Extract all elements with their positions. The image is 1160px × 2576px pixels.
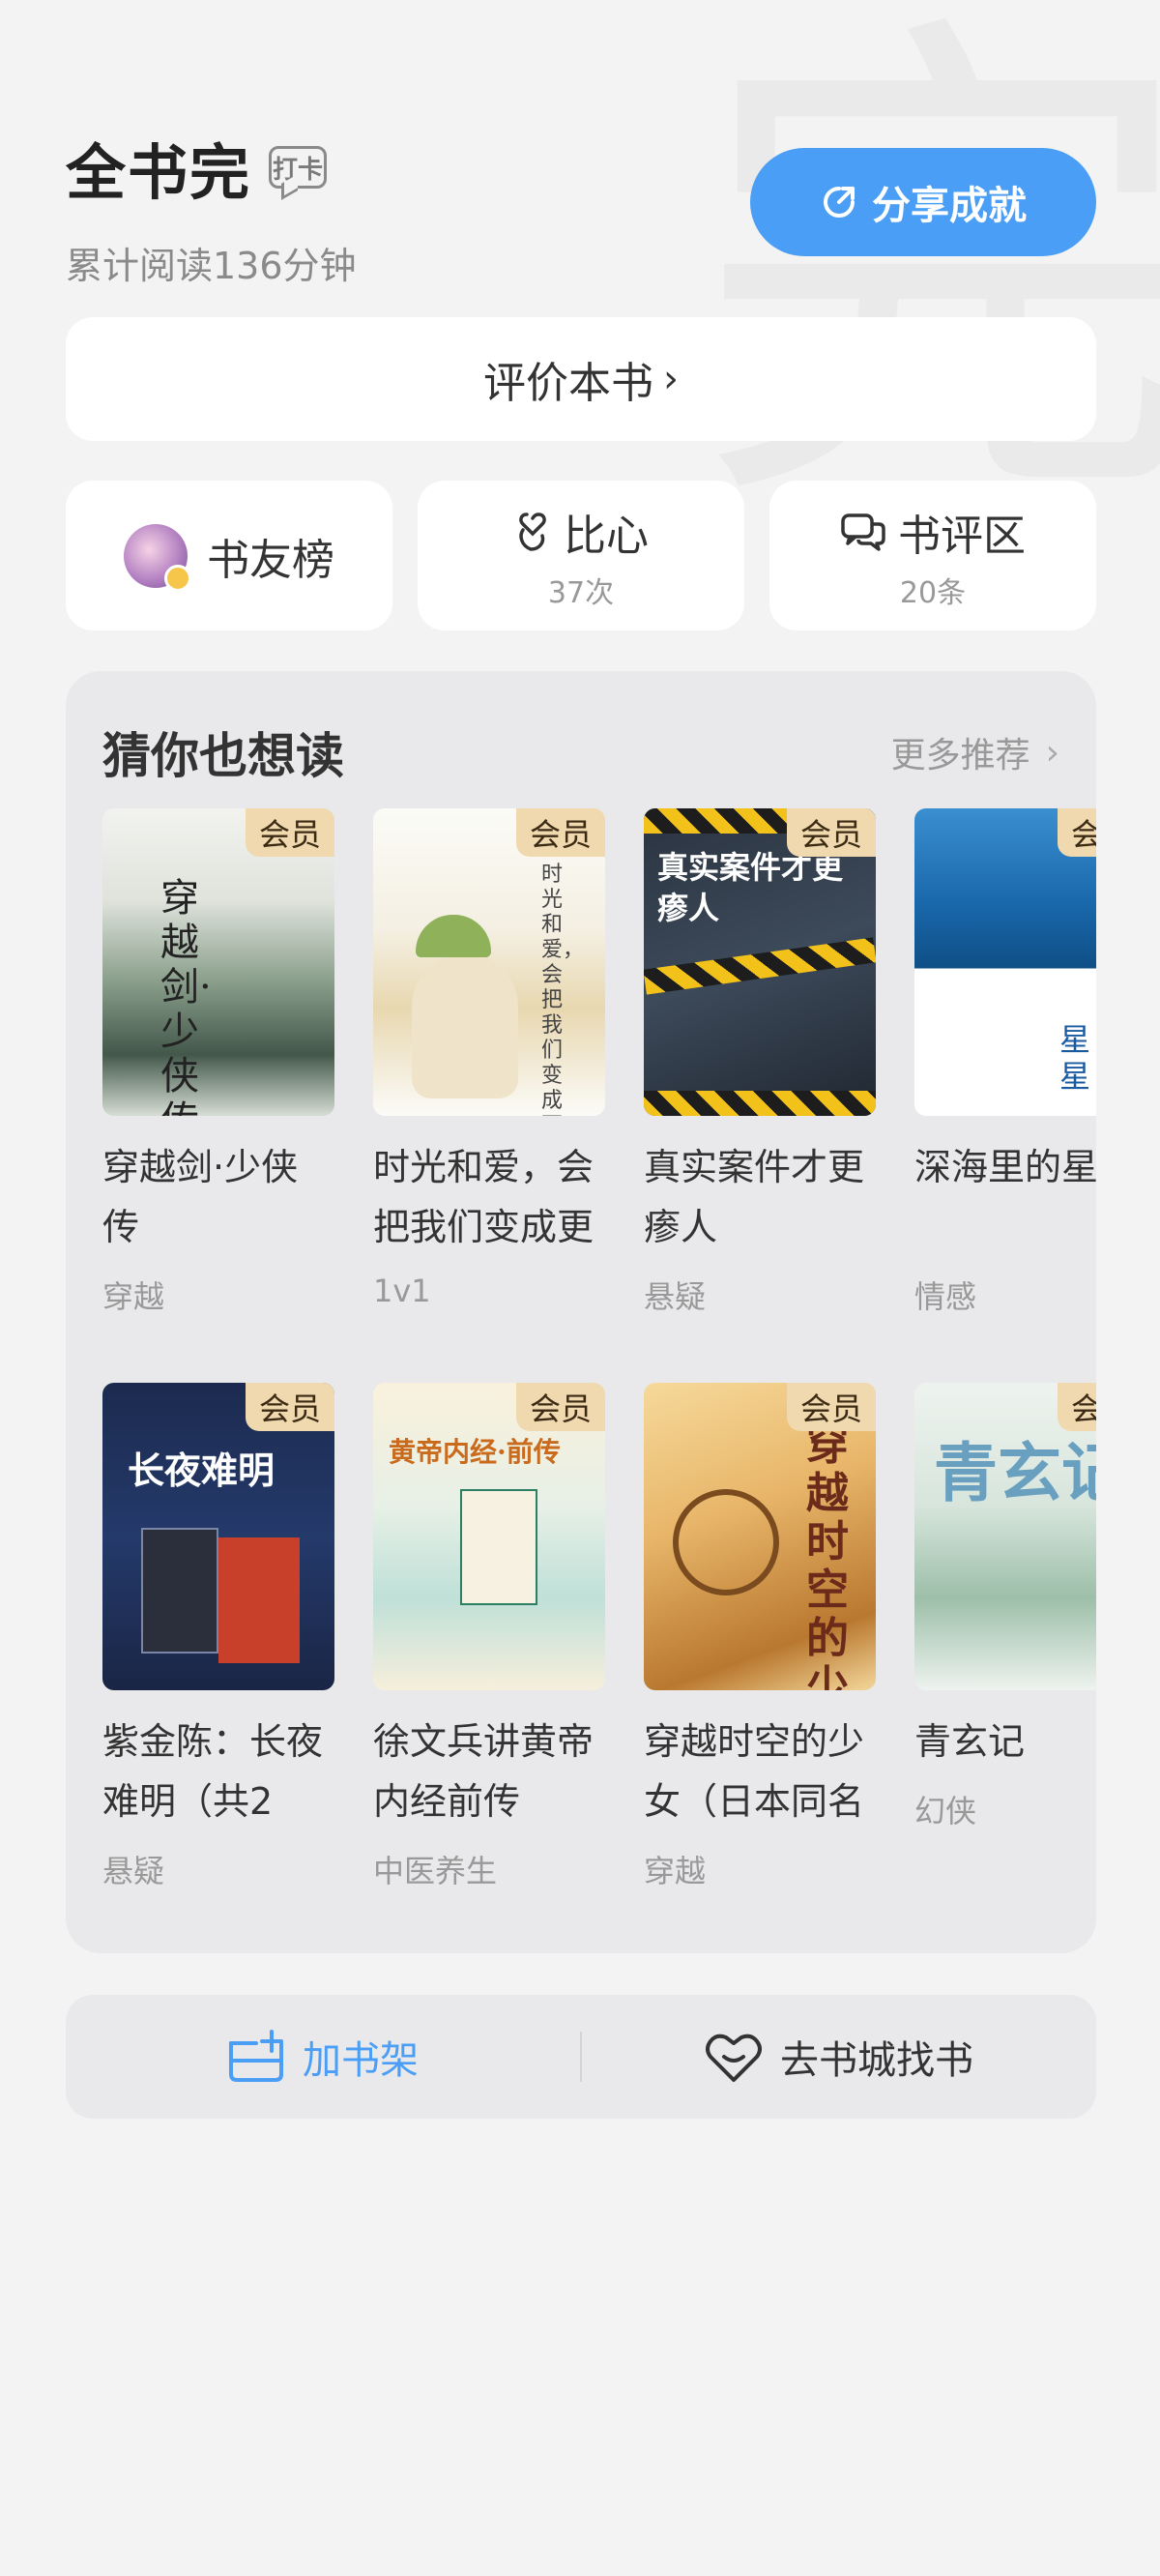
heart-count: 37次	[547, 575, 615, 610]
more-recommend-link[interactable]: 更多推荐 ›	[891, 727, 1059, 777]
chevron-right-icon: ›	[663, 357, 679, 401]
book-cover: 时光和爱，会把我们变成更好的人 会员	[373, 808, 605, 1116]
cover-title: 真实案件才更瘆人	[657, 849, 844, 926]
cover-book-image	[141, 1528, 218, 1654]
book-card[interactable]: 黄帝内经·前传 会员 徐文兵讲黄帝内经前传 中医养生	[373, 1383, 605, 1891]
review-label: 书评区	[898, 511, 1026, 561]
go-store-button[interactable]: 去书城找书	[582, 2029, 1096, 2085]
cover-tape	[644, 1091, 876, 1116]
book-card[interactable]: 时光和爱，会把我们变成更好的人 会员 时光和爱，会把我们变成更 1v1	[373, 808, 605, 1309]
punch-badge[interactable]: 打卡	[269, 146, 328, 189]
book-title: 徐文兵讲黄帝内经前传	[373, 1720, 594, 1823]
cover-title: 长夜难明	[128, 1449, 276, 1492]
book-title: 真实案件才更瘆人	[644, 1146, 865, 1248]
vip-badge: 会员	[246, 1383, 334, 1431]
rate-book-button[interactable]: 评价本书 ›	[66, 317, 1096, 441]
heart-bag-icon	[706, 2034, 762, 2082]
book-cover: 星星 会员	[914, 808, 1096, 1116]
cover-title: 穿越剑·少侠传	[160, 876, 212, 1116]
more-recommend-label: 更多推荐	[890, 736, 1030, 776]
book-cover: 真实案件才更瘆人 会员	[644, 808, 876, 1116]
ranking-label: 书友榜	[207, 535, 334, 585]
bottom-action-bar: 加书架 去书城找书	[66, 1995, 1096, 2119]
book-card[interactable]: 穿越剑·少侠传 会员 穿越剑·少侠传 穿越	[102, 808, 334, 1317]
book-tag: 悬疑	[102, 1853, 165, 1889]
page-title: 全书完	[66, 137, 252, 208]
chevron-right-icon: ›	[1045, 732, 1059, 773]
book-card[interactable]: 长夜难明 会员 紫金陈：长夜难明（共2 悬疑	[102, 1383, 334, 1891]
avatar	[124, 523, 191, 592]
cover-illustration	[412, 953, 518, 1098]
vip-badge: 会员	[1058, 1383, 1096, 1431]
book-tag: 情感	[914, 1278, 977, 1315]
share-label: 分享成就	[872, 184, 1027, 228]
book-title: 青玄记	[914, 1720, 1026, 1763]
book-cover: 长夜难明 会员	[102, 1383, 334, 1690]
book-title: 时光和爱，会把我们变成更	[373, 1146, 594, 1248]
recommend-section: 猜你也想读 更多推荐 › 穿越剑·少侠传 会员 穿越剑·少侠传 穿越 时光和爱，…	[66, 671, 1096, 1953]
cover-title: 黄帝内经·前传	[389, 1436, 561, 1468]
vip-badge: 会员	[516, 1383, 605, 1431]
book-tag: 1v1	[373, 1273, 431, 1309]
add-to-shelf-button[interactable]: 加书架	[66, 2029, 580, 2085]
chat-bubbles-icon	[841, 512, 885, 551]
vip-badge: 会员	[516, 808, 605, 857]
book-title: 穿越时空的少女（日本同名	[644, 1720, 865, 1823]
book-cover: 青玄记 会员	[914, 1383, 1096, 1690]
share-button[interactable]: 分享成就	[750, 148, 1096, 256]
stats-row: 书友榜 比心 37次 书评区 20条	[66, 481, 1096, 630]
vip-badge: 会员	[787, 808, 876, 857]
cover-title: 青玄记	[934, 1435, 1096, 1510]
cover-title: 穿越时空的少女	[806, 1420, 849, 1691]
book-title: 紫金陈：长夜难明（共2	[102, 1720, 324, 1823]
book-title: 深海里的星星	[914, 1146, 1096, 1188]
book-tag: 穿越	[644, 1853, 707, 1889]
reader-ranking-card[interactable]: 书友榜	[66, 481, 392, 630]
cover-book-image	[218, 1537, 300, 1663]
cover-hat	[416, 915, 491, 957]
vip-badge: 会员	[787, 1383, 876, 1431]
add-shelf-label: 加书架	[303, 2038, 419, 2083]
review-count: 20条	[899, 575, 967, 610]
book-card[interactable]: 青玄记 会员 青玄记 幻侠	[914, 1383, 1096, 1831]
book-cover: 穿越时空的少女 会员	[644, 1383, 876, 1690]
book-card[interactable]: 真实案件才更瘆人 会员 真实案件才更瘆人 悬疑	[644, 808, 876, 1317]
book-cover: 黄帝内经·前传 会员	[373, 1383, 605, 1690]
book-tag: 中医养生	[373, 1853, 498, 1889]
cover-tape	[644, 937, 876, 995]
book-tag: 幻侠	[914, 1793, 977, 1830]
rate-book-label: 评价本书	[483, 359, 653, 408]
recommend-title: 猜你也想读	[102, 728, 344, 784]
cover-title: 时光和爱，会把我们变成更好的人	[541, 863, 585, 1116]
share-icon	[824, 187, 855, 218]
go-store-label: 去书城找书	[780, 2038, 973, 2083]
vip-badge: 会员	[1058, 808, 1096, 857]
book-cover: 穿越剑·少侠传 会员	[102, 808, 334, 1116]
book-tag: 悬疑	[644, 1278, 707, 1315]
finger-heart-icon	[519, 512, 546, 551]
heart-label: 比心	[564, 511, 649, 561]
heart-card[interactable]: 比心 37次	[418, 481, 744, 630]
book-card[interactable]: 穿越时空的少女 会员 穿越时空的少女（日本同名 穿越	[644, 1383, 876, 1891]
vip-badge: 会员	[246, 808, 334, 857]
review-card[interactable]: 书评区 20条	[769, 481, 1096, 630]
cover-title: 星星	[1059, 1021, 1091, 1095]
book-tag: 穿越	[102, 1278, 165, 1315]
cover-gear	[673, 1489, 779, 1595]
book-card[interactable]: 星星 会员 深海里的星星 情感	[914, 808, 1096, 1317]
add-shelf-icon	[229, 2030, 283, 2082]
cover-inner-book	[460, 1489, 537, 1605]
header: 全书完 打卡 累计阅读136分钟 分享成就	[66, 124, 1096, 287]
badge-dot-icon	[164, 564, 191, 592]
book-title: 穿越剑·少侠传	[102, 1146, 299, 1248]
